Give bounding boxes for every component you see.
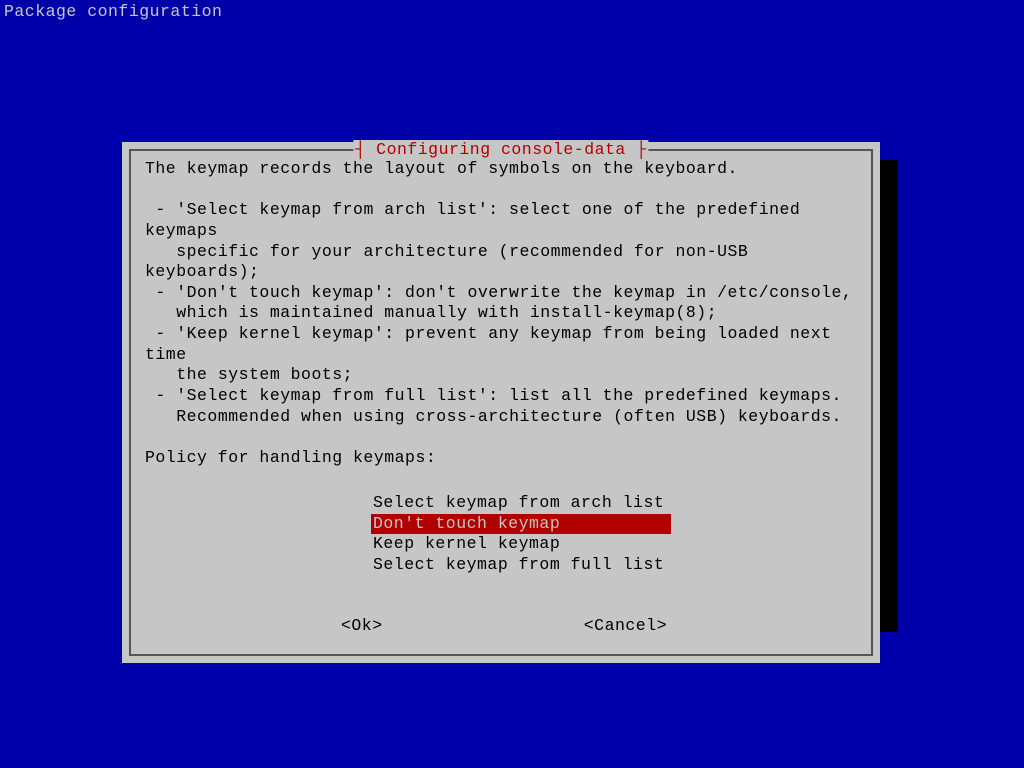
blank-line xyxy=(145,180,857,201)
blank-line xyxy=(145,427,857,448)
blank-line xyxy=(145,468,857,489)
bullet-line: - 'Select keymap from full list': list a… xyxy=(145,386,857,407)
ok-button[interactable]: <Ok> xyxy=(341,616,383,637)
option-full-list[interactable]: Select keymap from full list xyxy=(371,555,671,576)
option-keep-kernel[interactable]: Keep kernel keymap xyxy=(371,534,671,555)
bullet-line: the system boots; xyxy=(145,365,857,386)
bullet-line: specific for your architecture (recommen… xyxy=(145,242,857,283)
cancel-button[interactable]: <Cancel> xyxy=(584,616,667,637)
dialog-title: ┤ Configuring console-data ├ xyxy=(353,140,648,161)
screen-title: Package configuration xyxy=(0,0,1024,25)
config-dialog: ┤ Configuring console-data ├ The keymap … xyxy=(122,142,880,663)
option-arch-list[interactable]: Select keymap from arch list xyxy=(371,493,671,514)
option-dont-touch[interactable]: Don't touch keymap xyxy=(371,514,671,535)
bullet-line: - 'Don't touch keymap': don't overwrite … xyxy=(145,283,857,304)
bullet-line: - 'Select keymap from arch list': select… xyxy=(145,200,857,241)
options-list: Select keymap from arch list Don't touch… xyxy=(371,493,857,576)
bullet-line: which is maintained manually with instal… xyxy=(145,303,857,324)
bullet-line: Recommended when using cross-architectur… xyxy=(145,407,857,428)
dialog-intro: The keymap records the layout of symbols… xyxy=(145,159,857,180)
dialog-prompt: Policy for handling keymaps: xyxy=(145,448,857,469)
dialog-frame: ┤ Configuring console-data ├ The keymap … xyxy=(129,149,873,656)
bullet-line: - 'Keep kernel keymap': prevent any keym… xyxy=(145,324,857,365)
dialog-buttons: <Ok> <Cancel> xyxy=(145,616,857,637)
